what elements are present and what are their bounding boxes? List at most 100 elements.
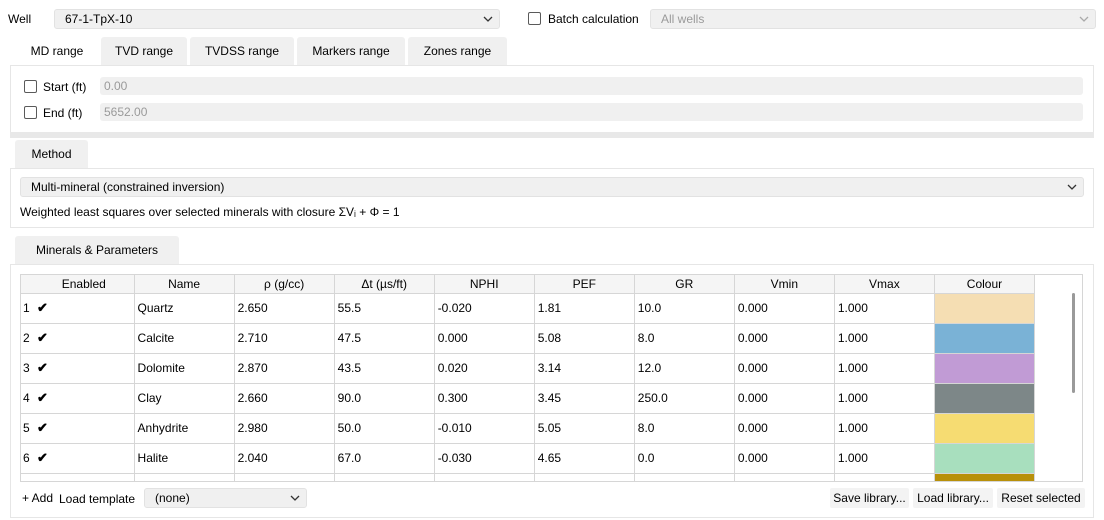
- vertical-scrollbar[interactable]: [1072, 293, 1075, 393]
- name-cell[interactable]: Clay: [134, 383, 235, 414]
- tab-method[interactable]: Method: [15, 140, 88, 168]
- column-header-nphi[interactable]: NPHI: [434, 275, 535, 294]
- name-cell[interactable]: Quartz: [134, 293, 235, 324]
- dt-cell[interactable]: 67.0: [334, 443, 435, 474]
- gr-cell[interactable]: 8.0: [634, 413, 735, 444]
- column-header-name[interactable]: Name: [134, 275, 235, 294]
- table-row[interactable]: 3 ✔ Dolomite 2.870 43.5 0.020 3.14 12.0 0.000 1.0…: [21, 353, 1036, 384]
- tab-minerals-parameters[interactable]: Minerals & Parameters: [15, 236, 179, 264]
- end-checkbox[interactable]: [24, 106, 37, 119]
- name-cell[interactable]: Calcite: [134, 323, 235, 354]
- colour-swatch[interactable]: [934, 293, 1036, 324]
- name-cell[interactable]: Anhydrite: [134, 413, 235, 444]
- table-row[interactable]: 1 ✔ Quartz 2.650 55.5 -0.020 1.81 10.0 0.000 1.00…: [21, 293, 1036, 324]
- nphi-cell[interactable]: 0.020: [434, 353, 535, 384]
- method-select[interactable]: Multi-mineral (constrained inversion): [20, 177, 1084, 197]
- column-header-colour[interactable]: Colour: [934, 275, 1036, 294]
- colour-swatch[interactable]: [934, 443, 1036, 474]
- dt-cell[interactable]: 50.0: [334, 413, 435, 444]
- column-header-dt[interactable]: Δt (µs/ft): [334, 275, 435, 294]
- table-row[interactable]: [21, 473, 1036, 481]
- gr-cell[interactable]: 250.0: [634, 383, 735, 414]
- nphi-cell[interactable]: -0.030: [434, 443, 535, 474]
- nphi-cell[interactable]: -0.010: [434, 413, 535, 444]
- column-header-gr[interactable]: GR: [634, 275, 735, 294]
- column-header-pef[interactable]: PEF: [534, 275, 635, 294]
- gr-cell[interactable]: 10.0: [634, 293, 735, 324]
- enabled-checkbox[interactable]: ✔: [37, 330, 48, 345]
- rho-cell[interactable]: 2.980: [234, 413, 335, 444]
- load-library-button[interactable]: Load library...: [913, 488, 993, 508]
- end-input[interactable]: 5652.00: [100, 103, 1083, 121]
- table-row[interactable]: 6 ✔ Halite 2.040 67.0 -0.030 4.65 0.0 0.000 1.000: [21, 443, 1036, 474]
- name-cell[interactable]: Halite: [134, 443, 235, 474]
- enabled-cell: ✔: [34, 383, 135, 414]
- rho-cell[interactable]: 2.040: [234, 443, 335, 474]
- pef-cell[interactable]: 5.08: [534, 323, 635, 354]
- vmin-cell[interactable]: 0.000: [734, 353, 835, 384]
- template-select[interactable]: (none): [144, 488, 307, 508]
- name-cell[interactable]: Dolomite: [134, 353, 235, 384]
- pef-cell[interactable]: 1.81: [534, 293, 635, 324]
- colour-swatch[interactable]: [934, 473, 1036, 481]
- nphi-cell[interactable]: -0.020: [434, 293, 535, 324]
- tab-zones-range[interactable]: Zones range: [408, 37, 507, 65]
- rho-cell[interactable]: 2.650: [234, 293, 335, 324]
- pef-cell[interactable]: 5.05: [534, 413, 635, 444]
- vmax-cell[interactable]: 1.000: [834, 443, 935, 474]
- table-row[interactable]: 2 ✔ Calcite 2.710 47.5 0.000 5.08 8.0 0.000 1.000: [21, 323, 1036, 354]
- vmin-cell[interactable]: 0.000: [734, 413, 835, 444]
- table-row[interactable]: 5 ✔ Anhydrite 2.980 50.0 -0.010 5.05 8.0 0.000 1.…: [21, 413, 1036, 444]
- vmin-cell[interactable]: 0.000: [734, 293, 835, 324]
- tab-md-range[interactable]: MD range: [15, 37, 99, 65]
- table-row[interactable]: 4 ✔ Clay 2.660 90.0 0.300 3.45 250.0 0.000 1.000: [21, 383, 1036, 414]
- add-button[interactable]: + Add: [22, 491, 53, 505]
- gr-cell[interactable]: 8.0: [634, 323, 735, 354]
- colour-swatch[interactable]: [934, 413, 1036, 444]
- vmax-cell[interactable]: 1.000: [834, 383, 935, 414]
- rho-cell[interactable]: 2.870: [234, 353, 335, 384]
- enabled-checkbox[interactable]: ✔: [37, 450, 48, 465]
- vmin-cell[interactable]: 0.000: [734, 443, 835, 474]
- nphi-cell[interactable]: 0.000: [434, 323, 535, 354]
- gr-cell[interactable]: 0.0: [634, 443, 735, 474]
- start-input[interactable]: 0.00: [100, 77, 1083, 95]
- column-header-rho[interactable]: ρ (g/cc): [234, 275, 335, 294]
- reset-selected-button[interactable]: Reset selected: [997, 488, 1085, 508]
- tab-tvd-range[interactable]: TVD range: [101, 37, 187, 65]
- vmin-cell[interactable]: 0.000: [734, 323, 835, 354]
- vmax-cell[interactable]: 1.000: [834, 293, 935, 324]
- vmax-cell[interactable]: 1.000: [834, 413, 935, 444]
- pef-cell[interactable]: 3.14: [534, 353, 635, 384]
- pef-cell[interactable]: 3.45: [534, 383, 635, 414]
- colour-swatch[interactable]: [934, 353, 1036, 384]
- colour-swatch[interactable]: [934, 383, 1036, 414]
- vmax-cell[interactable]: 1.000: [834, 323, 935, 354]
- nphi-cell[interactable]: 0.300: [434, 383, 535, 414]
- start-checkbox[interactable]: [24, 80, 37, 93]
- save-library-button[interactable]: Save library...: [830, 488, 909, 508]
- colour-swatch[interactable]: [934, 323, 1036, 354]
- rho-cell[interactable]: 2.660: [234, 383, 335, 414]
- gr-cell[interactable]: 12.0: [634, 353, 735, 384]
- wells-select[interactable]: All wells: [650, 9, 1096, 29]
- well-select[interactable]: 67-1-TpX-10: [54, 9, 500, 29]
- enabled-checkbox[interactable]: ✔: [37, 420, 48, 435]
- dt-cell[interactable]: 55.5: [334, 293, 435, 324]
- enabled-checkbox[interactable]: ✔: [37, 360, 48, 375]
- tab-markers-range[interactable]: Markers range: [297, 37, 405, 65]
- enabled-checkbox[interactable]: ✔: [37, 300, 48, 315]
- column-header-vmax[interactable]: Vmax: [834, 275, 935, 294]
- batch-checkbox[interactable]: [528, 12, 541, 25]
- dt-cell[interactable]: 47.5: [334, 323, 435, 354]
- rho-cell[interactable]: 2.710: [234, 323, 335, 354]
- dt-cell[interactable]: 43.5: [334, 353, 435, 384]
- vmin-cell[interactable]: 0.000: [734, 383, 835, 414]
- dt-cell[interactable]: 90.0: [334, 383, 435, 414]
- enabled-checkbox[interactable]: ✔: [37, 390, 48, 405]
- tab-tvdss-range[interactable]: TVDSS range: [190, 37, 294, 65]
- column-header-vmin[interactable]: Vmin: [734, 275, 835, 294]
- vmax-cell[interactable]: 1.000: [834, 353, 935, 384]
- column-header-enabled[interactable]: Enabled: [34, 275, 135, 294]
- pef-cell[interactable]: 4.65: [534, 443, 635, 474]
